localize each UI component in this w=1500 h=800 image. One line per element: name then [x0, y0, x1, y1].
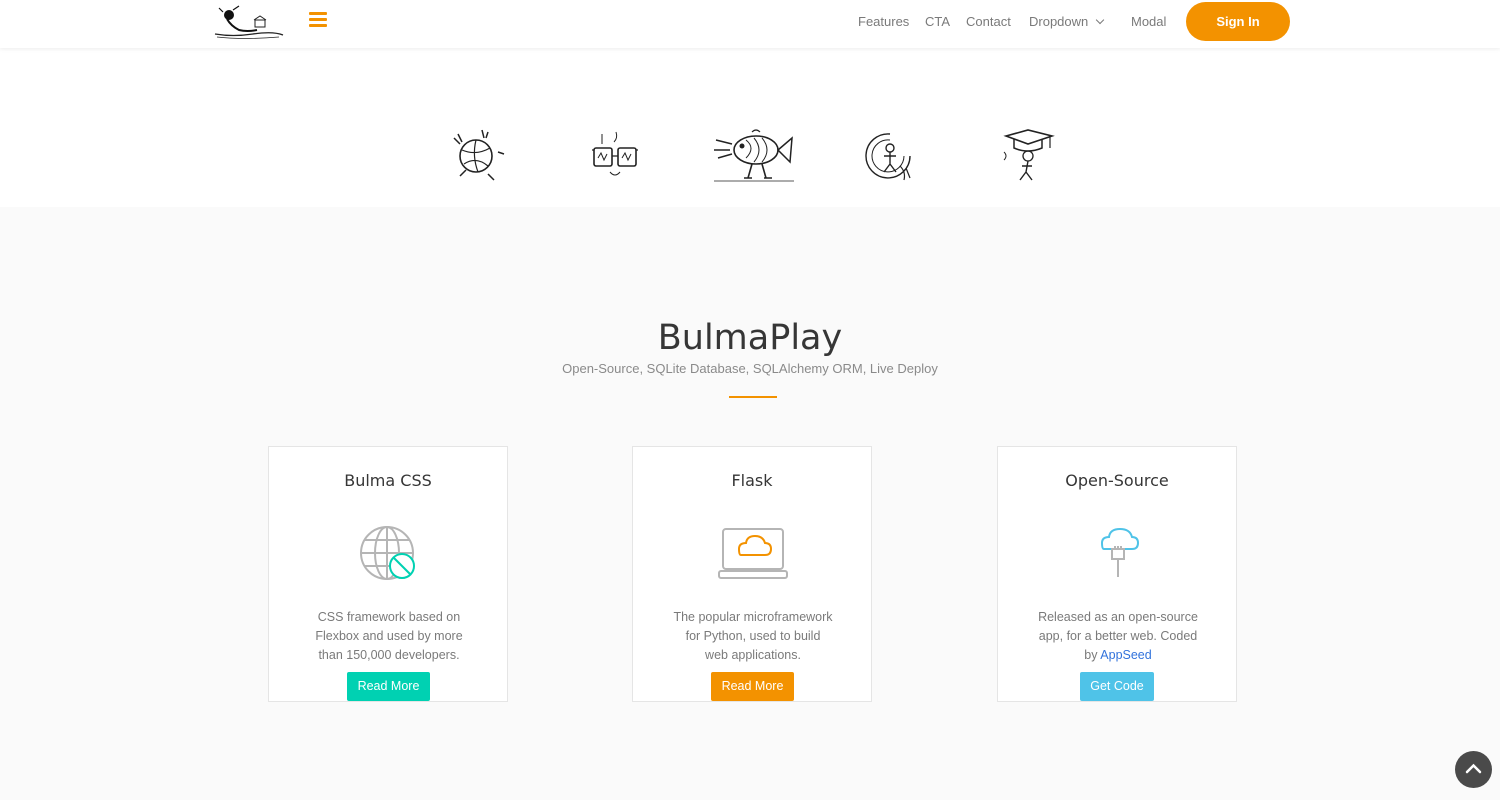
section-subtitle: Open-Source, SQLite Database, SQLAlchemy…: [562, 361, 938, 376]
hero-section: [0, 48, 1500, 207]
feature-card-flask: Flask The popular microframework for Pyt…: [632, 446, 872, 702]
nav-dropdown[interactable]: Dropdown: [1029, 14, 1105, 29]
card-title: Flask: [731, 471, 773, 490]
card-title: Bulma CSS: [344, 471, 432, 490]
chevron-up-icon: [1465, 763, 1482, 774]
section-title: BulmaPlay: [657, 318, 843, 358]
feature-card-open-source: Open-Source Released as an open-source a…: [997, 446, 1237, 702]
cloud-plug-icon: [1100, 527, 1140, 577]
laptop-cloud-icon: [718, 528, 788, 579]
graduation-cap-character-icon: [1003, 129, 1055, 181]
volleyball-character-icon: [453, 129, 505, 181]
chevron-down-icon: [1096, 15, 1105, 25]
sign-in-button[interactable]: Sign In: [1186, 2, 1290, 41]
hamburger-menu-icon[interactable]: [309, 12, 327, 30]
surfer-wave-icon: [865, 133, 911, 181]
nav-contact[interactable]: Contact: [966, 14, 1011, 29]
card-description: Released as an open-source app, for a be…: [1038, 608, 1198, 665]
card-title: Open-Source: [1065, 471, 1169, 490]
walking-fish-icon: [714, 129, 794, 182]
card-description: CSS framework based on Flexbox and used …: [315, 610, 463, 662]
read-more-button[interactable]: Read More: [711, 672, 794, 701]
scroll-top-button[interactable]: [1455, 751, 1492, 788]
surfer-logo-icon[interactable]: [213, 4, 285, 40]
navbar: Features CTA Contact Dropdown Modal Sign…: [0, 0, 1500, 48]
nav-features[interactable]: Features: [858, 14, 909, 29]
nav-dropdown-label: Dropdown: [1029, 14, 1089, 29]
title-divider: [729, 396, 777, 398]
get-code-button[interactable]: Get Code: [1080, 672, 1154, 701]
card-description: The popular microframework for Python, u…: [673, 610, 833, 662]
read-more-button[interactable]: Read More: [347, 672, 430, 701]
nav-modal[interactable]: Modal: [1131, 14, 1166, 29]
nav-cta[interactable]: CTA: [925, 14, 950, 29]
feature-card-bulma: Bulma CSS CSS framework based on Flexbox…: [268, 446, 508, 702]
glasses-character-icon: [592, 131, 638, 176]
appseed-link[interactable]: AppSeed: [1100, 648, 1151, 662]
globe-mouse-icon: [360, 526, 415, 580]
